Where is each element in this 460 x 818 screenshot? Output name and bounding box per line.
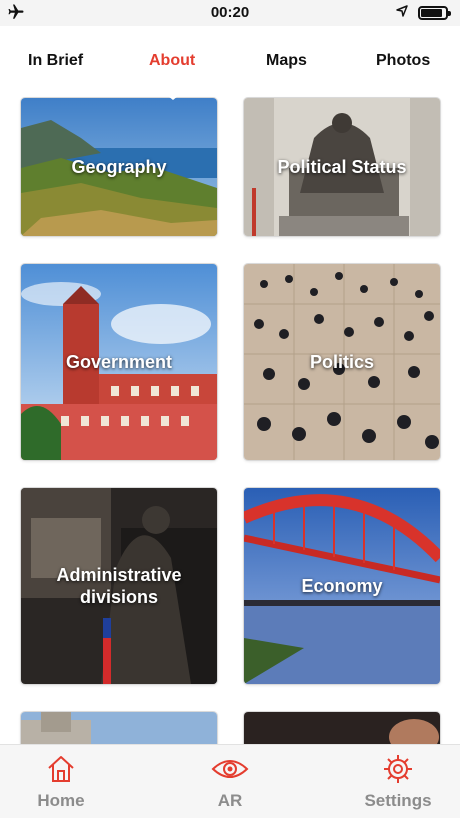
card-geography[interactable]: Geography [21, 98, 217, 236]
battery-level [421, 9, 442, 17]
card-political-status[interactable]: Political Status [244, 98, 440, 236]
status-time: 00:20 [210, 4, 250, 21]
card-label: Political Status [277, 157, 407, 177]
section-tabs: In Brief About Maps Photos [0, 26, 460, 98]
nav-label: Settings [364, 791, 432, 810]
battery-icon [418, 6, 451, 20]
card-administrative-divisions[interactable]: Administrative divisions [21, 488, 217, 684]
tab-maps[interactable]: Maps [266, 52, 307, 70]
card-label: Geography [71, 157, 167, 177]
gear-icon [348, 753, 448, 785]
card-economy[interactable]: Economy [244, 488, 440, 684]
tab-in-brief[interactable]: In Brief [28, 52, 83, 70]
tab-photos[interactable]: Photos [376, 52, 430, 70]
nav-label: Home [37, 791, 85, 810]
card-government[interactable]: Government [21, 264, 217, 460]
tab-about[interactable]: About [149, 52, 195, 70]
eye-icon [180, 753, 280, 785]
card-label: Government [65, 352, 173, 372]
active-tab-pointer [163, 92, 183, 100]
nav-ar[interactable]: AR [180, 753, 280, 811]
card-label: Economy [301, 576, 383, 596]
status-bar: 00:20 [0, 0, 460, 26]
nav-settings[interactable]: Settings [348, 753, 448, 811]
card-label: Administrative divisions [56, 565, 182, 607]
bottom-navigation: Home AR Settings [0, 744, 460, 818]
nav-label: AR [217, 791, 243, 810]
location-arrow-icon [396, 4, 408, 22]
card-politics[interactable]: Politics [244, 264, 440, 460]
nav-home[interactable]: Home [11, 753, 111, 811]
card-label: Politics [309, 352, 375, 372]
home-icon [11, 753, 111, 785]
